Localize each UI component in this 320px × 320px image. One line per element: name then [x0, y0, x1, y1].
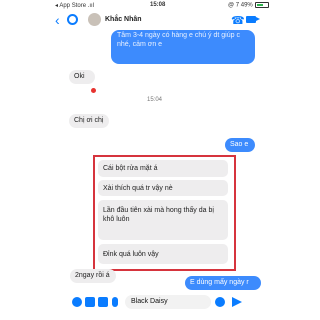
- message-incoming: 2ngay rồi á: [70, 269, 116, 283]
- timestamp: 15:04: [147, 97, 163, 103]
- video-call-icon[interactable]: [246, 16, 260, 23]
- contact-name[interactable]: Khắc Nhân: [105, 16, 142, 23]
- highlighted-messages-box: Cái bột rửa mặt á Xài thích quá tr vậy n…: [93, 155, 236, 271]
- message-incoming: Chị ơi chị: [69, 114, 109, 128]
- status-battery-text: @ 7 49%: [228, 2, 253, 9]
- send-icon[interactable]: [232, 297, 242, 307]
- image-icon[interactable]: [98, 297, 108, 307]
- status-bar: ◂ App Store .ııl 15:08 @ 7 49%: [0, 0, 320, 12]
- battery-icon: [255, 2, 270, 8]
- back-icon[interactable]: ‹: [55, 13, 60, 27]
- message-incoming: Xài thích quá tr vậy nè: [98, 180, 228, 196]
- mic-icon[interactable]: [112, 297, 118, 307]
- chat-header: ‹ Khắc Nhân ☎: [55, 12, 265, 30]
- plus-icon[interactable]: [72, 297, 82, 307]
- status-carrier: ◂ App Store .ııl: [55, 3, 95, 9]
- message-list: Tâm 3-4 ngày có hàng e chú ý dt giúp c n…: [55, 30, 265, 292]
- message-incoming: Cái bột rửa mặt á: [98, 160, 228, 177]
- message-incoming: Oki: [69, 70, 95, 84]
- message-outgoing-partial: Tâm 3-4 ngày có hàng e chú ý dt giúp c n…: [111, 30, 255, 64]
- avatar[interactable]: [88, 13, 101, 26]
- camera-icon[interactable]: [85, 297, 95, 307]
- reaction-icon: [91, 88, 96, 93]
- message-incoming: Lần đầu tiên xài mà hong thấy da bị khô …: [98, 200, 228, 240]
- message-incoming: Đỉnk quá luôn vậy: [98, 244, 228, 264]
- message-input[interactable]: Black Daisy: [125, 295, 211, 309]
- message-outgoing: Sao e: [225, 138, 255, 152]
- status-time: 15:08: [150, 2, 166, 8]
- composer-bar: Black Daisy: [55, 291, 265, 313]
- notification-count-icon[interactable]: [67, 14, 78, 25]
- emoji-icon[interactable]: [215, 297, 225, 307]
- status-battery: @ 7 49%: [228, 2, 270, 9]
- phone-icon[interactable]: ☎: [231, 14, 245, 27]
- message-outgoing: E dùng mấy ngày r: [185, 276, 261, 290]
